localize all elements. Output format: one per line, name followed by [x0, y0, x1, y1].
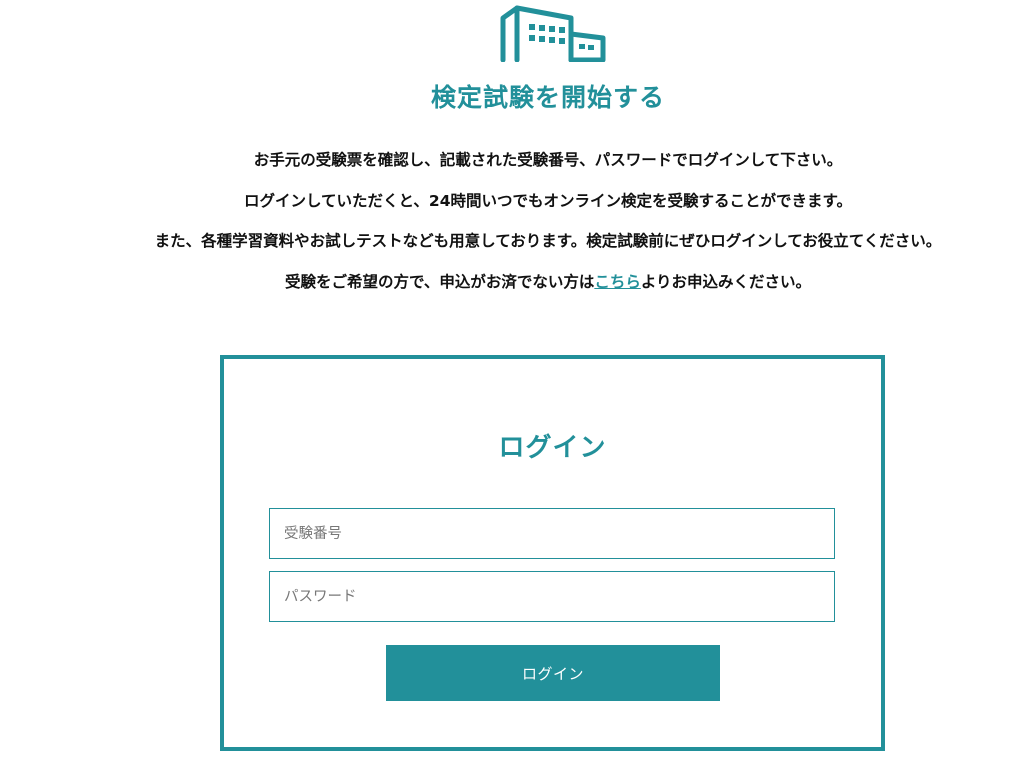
intro-line-4-after: よりお申込みください。 — [640, 272, 812, 291]
login-title: ログイン — [498, 433, 607, 463]
exam-number-input[interactable] — [269, 508, 835, 559]
login-button[interactable]: ログイン — [386, 645, 720, 701]
intro-line-1: お手元の受験票を確認し、記載された受験番号、パスワードでログインして下さい。 — [253, 151, 843, 169]
intro-line-4: 受験をご希望の方で、申込がお済でない方はこちらよりお申込みください。 — [0, 272, 1024, 292]
building-icon — [500, 5, 606, 62]
intro-line-2: ログインしていただくと、24時間いつでもオンライン検定を受験することができます。 — [244, 191, 852, 210]
apply-link[interactable]: こちら — [594, 273, 641, 291]
intro-text: お手元の受験票を確認し、記載された受験番号、パスワードでログインして下さい。 ロ… — [0, 150, 1024, 312]
intro-line-3: また、各種学習資料やお試しテストなども用意しております。検定試験前にぜひログイン… — [154, 232, 942, 250]
password-input[interactable] — [269, 571, 835, 622]
page: 検定試験を開始する お手元の受験票を確認し、記載された受験番号、パスワードでログ… — [0, 0, 1024, 775]
login-panel: ログイン ログイン — [220, 355, 885, 751]
page-title: 検定試験を開始する — [430, 83, 665, 112]
intro-line-4-before: 受験をご希望の方で、申込がお済でない方は — [284, 272, 595, 291]
